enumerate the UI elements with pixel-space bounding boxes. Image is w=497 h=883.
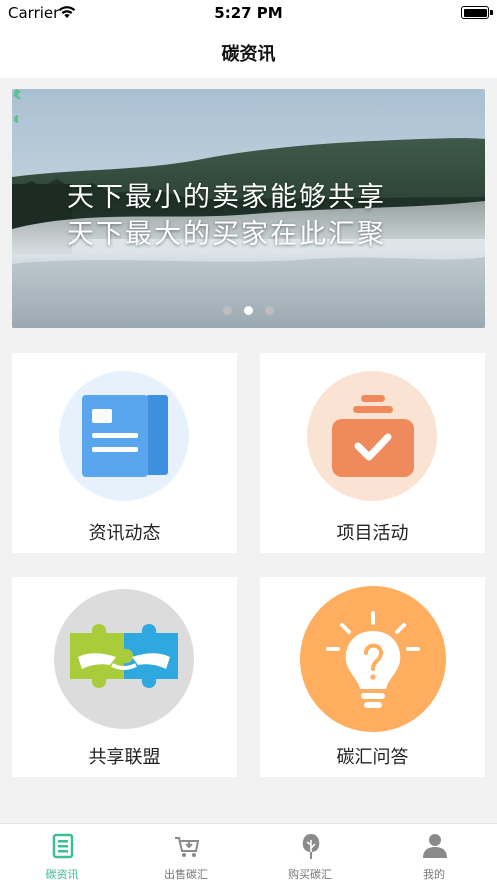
carousel-dot[interactable] <box>265 306 274 315</box>
lightbulb-question-icon <box>326 611 420 708</box>
banner-headline-1: 天下最小的卖家能够共享 <box>67 182 386 213</box>
tab-buy-carbon[interactable]: 购买碳汇 <box>248 824 372 883</box>
card-project[interactable]: 项目活动 <box>260 353 485 553</box>
page-title: 碳资讯 <box>221 44 276 65</box>
tab-carbon-news[interactable]: 碳资讯 <box>0 824 124 883</box>
tab-buy-carbon-label: 购买碳汇 <box>288 868 332 881</box>
carousel-right-arrow-icon[interactable] <box>12 89 18 125</box>
card-project-label: 项目活动 <box>336 523 409 544</box>
battery-tip <box>490 10 493 15</box>
card-news-label: 资讯动态 <box>88 523 161 544</box>
tab-mine-label: 我的 <box>423 868 445 881</box>
carousel-dot-active[interactable] <box>244 306 253 315</box>
card-alliance-label: 共享联盟 <box>88 747 161 768</box>
banner-carousel[interactable]: 天下最小的卖家能够共享 天下最大的买家在此汇聚 <box>12 89 485 328</box>
cart-download-icon <box>175 837 200 857</box>
card-qa[interactable]: 碳汇问答 <box>260 577 485 777</box>
home-content: 天下最小的卖家能够共享 天下最大的买家在此汇聚 资讯动态 项目活动 共享联盟 碳… <box>0 78 497 823</box>
card-alliance[interactable]: 共享联盟 <box>12 577 237 777</box>
tab-bar: 碳资讯 出售碳汇 购买碳汇 我的 <box>0 823 497 883</box>
clock: 5:27 PM <box>214 4 283 22</box>
status-bar: Carrier 5:27 PM <box>0 0 497 26</box>
news-list-icon <box>52 833 74 859</box>
carousel-pagination[interactable] <box>12 306 485 315</box>
user-icon <box>423 834 447 858</box>
card-qa-label: 碳汇问答 <box>336 747 409 768</box>
newspaper-icon <box>82 395 168 477</box>
card-news[interactable]: 资讯动态 <box>12 353 237 553</box>
nav-bar: 碳资讯 <box>0 26 497 78</box>
checkbox-bag-icon <box>332 395 414 477</box>
tab-carbon-news-label: 碳资讯 <box>45 868 79 881</box>
tab-sell-carbon-label: 出售碳汇 <box>164 868 208 881</box>
banner-headline-2: 天下最大的买家在此汇聚 <box>67 219 386 250</box>
puzzle-handshake-icon <box>70 624 178 688</box>
tree-icon <box>302 834 320 859</box>
carousel-dot[interactable] <box>223 306 232 315</box>
battery-icon <box>461 6 489 19</box>
tab-sell-carbon[interactable]: 出售碳汇 <box>124 824 248 883</box>
tab-mine[interactable]: 我的 <box>372 824 496 883</box>
